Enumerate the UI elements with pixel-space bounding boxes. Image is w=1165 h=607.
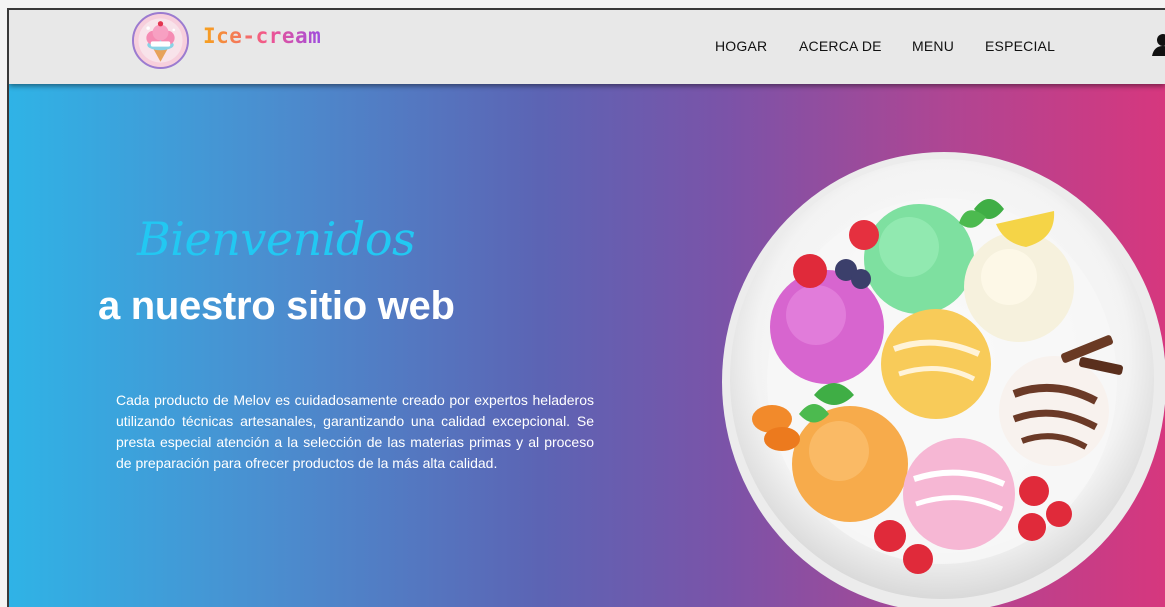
hero-subtitle: a nuestro sitio web <box>98 284 455 328</box>
nav-item-hogar[interactable]: HOGAR <box>715 38 767 54</box>
nav-item-menu[interactable]: MENU <box>912 38 954 54</box>
main-nav: HOGAR ACERCA DE MENU ESPECIAL <box>9 38 1165 58</box>
hero-description: Cada producto de Melov es cuidadosamente… <box>116 392 594 471</box>
page: Ice-cream HOGAR ACERCA DE MENU ESPECIAL … <box>9 10 1165 607</box>
ice-cream-plate-image <box>704 139 1165 607</box>
nav-item-acerca-de[interactable]: ACERCA DE <box>799 38 882 54</box>
hero-title: Bienvenidos <box>137 212 416 266</box>
nav-item-especial[interactable]: ESPECIAL <box>985 38 1055 54</box>
hero-section: Bienvenidos a nuestro sitio web Cada pro… <box>9 84 1165 607</box>
user-icon[interactable] <box>1152 32 1165 56</box>
navbar: Ice-cream HOGAR ACERCA DE MENU ESPECIAL <box>9 10 1165 84</box>
